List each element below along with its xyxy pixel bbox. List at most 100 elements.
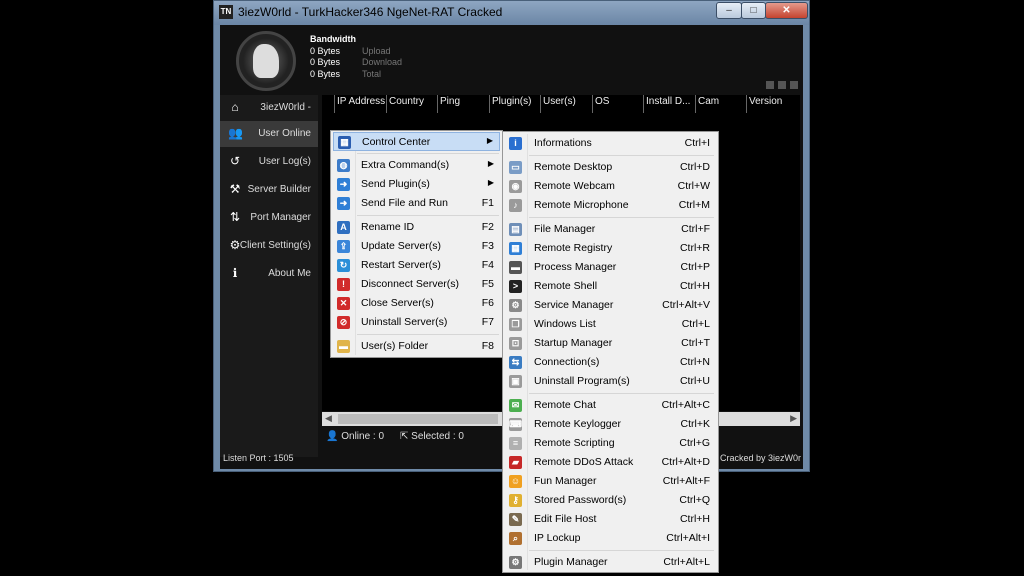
menu-item-shortcut: Ctrl+H [679,280,710,292]
menu-item-control-center[interactable]: ▦ Control Center ▶ [333,132,500,151]
submenu-arrow-icon: ▶ [486,136,493,145]
keyboard-icon: ⌨ [509,418,522,431]
column-header[interactable]: Plugin(s) [489,95,540,113]
menu-item-label: Informations [534,137,592,149]
menu-item-remote-registry[interactable]: ▦ Remote Registry Ctrl+R [505,239,716,258]
menu-item-remote-desktop[interactable]: ▭ Remote Desktop Ctrl+D [505,158,716,177]
desktop-icon: ▭ [509,161,522,174]
menu-item-stored-password-s[interactable]: ⚷ Stored Password(s) Ctrl+Q [505,491,716,510]
column-header[interactable]: Version [746,95,800,113]
column-header[interactable]: Country [386,95,437,113]
menu-item-connection-s[interactable]: ⇆ Connection(s) Ctrl+N [505,353,716,372]
menu-item-windows-list[interactable]: ❐ Windows List Ctrl+L [505,315,716,334]
ip-lookup-icon: ⌕ [509,532,522,545]
menu-item-label: Uninstall Program(s) [534,375,630,387]
column-header[interactable]: OS [592,95,643,113]
close-button[interactable]: ✕ [765,2,808,19]
connection-icon: ⇆ [509,356,522,369]
menu-item-shortcut: F5 [481,278,494,290]
menu-item-shortcut: Ctrl+Alt+C [661,399,710,411]
sidebar-item-label: Server Builder [247,184,311,195]
menu-item-file-manager[interactable]: ▤ File Manager Ctrl+F [505,220,716,239]
sidebar-item-client-setting-s[interactable]: ⚙ Client Setting(s) [220,233,318,259]
menu-item-rename-id[interactable]: A Rename ID F2 [333,218,500,237]
menu-separator [529,217,714,218]
menu-item-restart-server-s[interactable]: ↻ Restart Server(s) F4 [333,256,500,275]
menu-item-fun-manager[interactable]: ☺ Fun Manager Ctrl+Alt+F [505,472,716,491]
menu-item-disconnect-server-s[interactable]: ! Disconnect Server(s) F5 [333,275,500,294]
key-icon: ⚷ [509,494,522,507]
startup-icon: ⊡ [509,337,522,350]
menu-item-shortcut: Ctrl+P [680,261,710,273]
listen-port: Listen Port : 1505 [223,453,294,463]
menu-item-startup-manager[interactable]: ⊡ Startup Manager Ctrl+T [505,334,716,353]
menu-item-process-manager[interactable]: ▬ Process Manager Ctrl+P [505,258,716,277]
menu-item-user-s-folder[interactable]: ▬ User(s) Folder F8 [333,337,500,356]
column-header[interactable]: Install D... [643,95,695,113]
menu-item-shortcut: F1 [481,197,494,209]
column-header[interactable]: Ping [437,95,489,113]
scroll-left-icon[interactable]: ◀ [325,413,332,424]
column-header[interactable]: User(s) [540,95,592,113]
menu-item-update-server-s[interactable]: ⇪ Update Server(s) F3 [333,237,500,256]
menu-item-label: Extra Command(s) [361,159,450,171]
menu-item-remote-chat[interactable]: ✉ Remote Chat Ctrl+Alt+C [505,396,716,415]
bandwidth-total: 0 Bytes Total [310,68,382,79]
sidebar-item-port-manager[interactable]: ⇅ Port Manager [220,205,318,231]
script-icon: ≡ [509,437,522,450]
column-header[interactable]: Cam [695,95,746,113]
process-icon: ▬ [509,261,522,274]
column-header[interactable]: IP Address [334,95,386,113]
menu-item-service-manager[interactable]: ⚙ Service Manager Ctrl+Alt+V [505,296,716,315]
window-title: 3iezW0rld - TurkHacker346 NgeNet-RAT Cra… [238,5,503,19]
menu-item-edit-file-host[interactable]: ✎ Edit File Host Ctrl+H [505,510,716,529]
sidebar-item-user-online[interactable]: 👥 User Online [220,121,318,147]
sidebar-item-server-builder[interactable]: ⚒ Server Builder [220,177,318,203]
tools-icon: ⚒ [229,182,241,196]
scroll-right-icon[interactable]: ▶ [790,413,797,424]
menu-separator [357,153,499,154]
menu-item-label: Remote Keylogger [534,418,621,430]
menu-item-label: Remote Desktop [534,161,613,173]
minimize-button[interactable]: – [716,2,742,19]
cracked-by: Cracked by 3iezW0r [719,453,801,463]
maximize-button[interactable]: □ [741,2,766,19]
sidebar-item-user-log-s[interactable]: ↺ User Log(s) [220,149,318,175]
menu-item-label: Service Manager [534,299,614,311]
port-icon: ⇅ [229,210,241,224]
history-icon: ↺ [229,154,241,168]
folder-icon: ▬ [337,340,350,353]
bandwidth-title: Bandwidth [310,34,356,44]
sidebar-item-about-me[interactable]: ℹ About Me [220,261,318,287]
menu-item-ip-lockup[interactable]: ⌕ IP Lockup Ctrl+Alt+I [505,529,716,548]
menu-item-remote-microphone[interactable]: ♪ Remote Microphone Ctrl+M [505,196,716,215]
menu-item-remote-keylogger[interactable]: ⌨ Remote Keylogger Ctrl+K [505,415,716,434]
menu-item-remote-ddos-attack[interactable]: ▰ Remote DDoS Attack Ctrl+Alt+D [505,453,716,472]
menu-item-uninstall-program-s[interactable]: ▣ Uninstall Program(s) Ctrl+U [505,372,716,391]
edit-icon: ✎ [509,513,522,526]
menu-item-label: Close Server(s) [361,297,434,309]
menu-item-extra-command-s[interactable]: ◍ Extra Command(s) ▶ [333,156,500,175]
menu-item-remote-shell[interactable]: > Remote Shell Ctrl+H [505,277,716,296]
app-icon: TN [219,5,233,19]
menu-item-plugin-manager[interactable]: ⚙ Plugin Manager Ctrl+Alt+L [505,553,716,572]
scroll-thumb[interactable] [338,414,498,424]
submenu-arrow-icon: ▶ [487,178,494,187]
menu-item-send-plugin-s[interactable]: ➜ Send Plugin(s) ▶ [333,175,500,194]
menu-item-uninstall-server-s[interactable]: ⊘ Uninstall Server(s) F7 [333,313,500,332]
restart-icon: ↻ [337,259,350,272]
menu-item-label: Remote Shell [534,280,598,292]
sidebar-item-3iezw0rld[interactable]: ⌂ 3iezW0rld - [220,95,318,121]
menu-item-close-server-s[interactable]: ✕ Close Server(s) F6 [333,294,500,313]
menu-item-label: File Manager [534,223,596,235]
menu-item-label: Uninstall Server(s) [361,316,448,328]
menu-item-remote-webcam[interactable]: ◉ Remote Webcam Ctrl+W [505,177,716,196]
menu-item-label: Startup Manager [534,337,613,349]
menu-item-informations[interactable]: i Informations Ctrl+I [505,134,716,153]
title-bar[interactable]: TN 3iezW0rld - TurkHacker346 NgeNet-RAT … [214,1,809,25]
menu-item-remote-scripting[interactable]: ≡ Remote Scripting Ctrl+G [505,434,716,453]
menu-item-label: Remote Microphone [534,199,629,211]
menu-item-send-file-and-run[interactable]: ➜ Send File and Run F1 [333,194,500,213]
smiley-icon: ☺ [509,475,522,488]
info-icon: ℹ [232,266,238,280]
